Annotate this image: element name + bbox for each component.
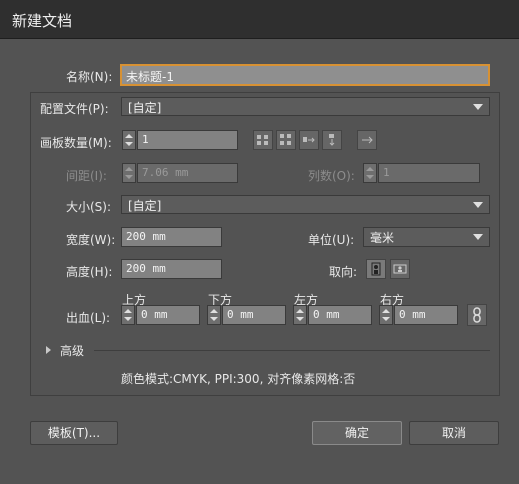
bleed-top-input[interactable]: 0 mm	[136, 305, 200, 325]
profile-select[interactable]: [自定]	[121, 97, 490, 116]
artboard-count-input[interactable]: 1	[137, 130, 238, 150]
window-title: 新建文档	[12, 12, 73, 30]
artboard-count-label: 画板数量(M):	[40, 136, 112, 150]
height-label: 高度(H):	[66, 265, 113, 279]
portrait-icon[interactable]	[366, 259, 386, 279]
grid-by-column-icon[interactable]	[276, 130, 296, 150]
bleed-label: 出血(L):	[66, 311, 111, 325]
bleed-left-input[interactable]: 0 mm	[308, 305, 372, 325]
spacing-stepper	[122, 163, 136, 183]
name-label: 名称(N):	[66, 70, 113, 84]
link-icon[interactable]	[467, 304, 487, 326]
size-select[interactable]: [自定]	[121, 195, 490, 214]
divider	[94, 350, 490, 351]
bleed-right-input[interactable]: 0 mm	[394, 305, 458, 325]
size-label: 大小(S):	[66, 200, 112, 214]
orientation-label: 取向:	[329, 265, 358, 279]
name-input[interactable]: 未标题-1	[120, 64, 490, 86]
advanced-summary: 颜色模式:CMYK, PPI:300, 对齐像素网格:否	[121, 372, 356, 386]
profile-label: 配置文件(P):	[40, 102, 109, 116]
artboard-count-stepper[interactable]	[122, 130, 136, 150]
bleed-bottom-input[interactable]: 0 mm	[222, 305, 286, 325]
spacing-input: 7.06 mm	[137, 163, 238, 183]
width-input[interactable]: 200 mm	[121, 227, 222, 247]
cancel-button[interactable]: 取消	[409, 421, 499, 445]
templates-button[interactable]: 模板(T)...	[30, 421, 118, 445]
columns-stepper	[363, 163, 377, 183]
chevron-down-icon	[473, 202, 483, 208]
ok-button[interactable]: 确定	[312, 421, 402, 445]
size-value: [自定]	[128, 199, 162, 213]
columns-label: 列数(O):	[308, 169, 355, 183]
spacing-label: 间距(I):	[66, 169, 107, 183]
profile-value: [自定]	[128, 101, 162, 115]
advanced-toggle[interactable]: 高级	[60, 342, 84, 359]
bleed-top-stepper[interactable]	[121, 305, 135, 325]
grid-by-row-icon[interactable]	[253, 130, 273, 150]
units-select[interactable]: 毫米	[363, 227, 490, 247]
chevron-down-icon	[473, 234, 483, 240]
bleed-right-stepper[interactable]	[379, 305, 393, 325]
arrange-by-row-icon[interactable]	[299, 130, 319, 150]
bleed-bottom-stepper[interactable]	[207, 305, 221, 325]
bleed-left-stepper[interactable]	[293, 305, 307, 325]
chevron-right-icon[interactable]	[46, 346, 51, 354]
width-label: 宽度(W):	[66, 233, 116, 247]
units-value: 毫米	[370, 231, 395, 245]
columns-input: 1	[378, 163, 480, 183]
title-bar: 新建文档	[0, 0, 519, 39]
landscape-icon[interactable]	[390, 259, 410, 279]
arrange-by-column-icon[interactable]	[322, 130, 342, 150]
right-to-left-icon[interactable]	[357, 130, 377, 150]
chevron-down-icon	[473, 104, 483, 110]
height-input[interactable]: 200 mm	[121, 259, 222, 279]
units-label: 单位(U):	[308, 233, 355, 247]
